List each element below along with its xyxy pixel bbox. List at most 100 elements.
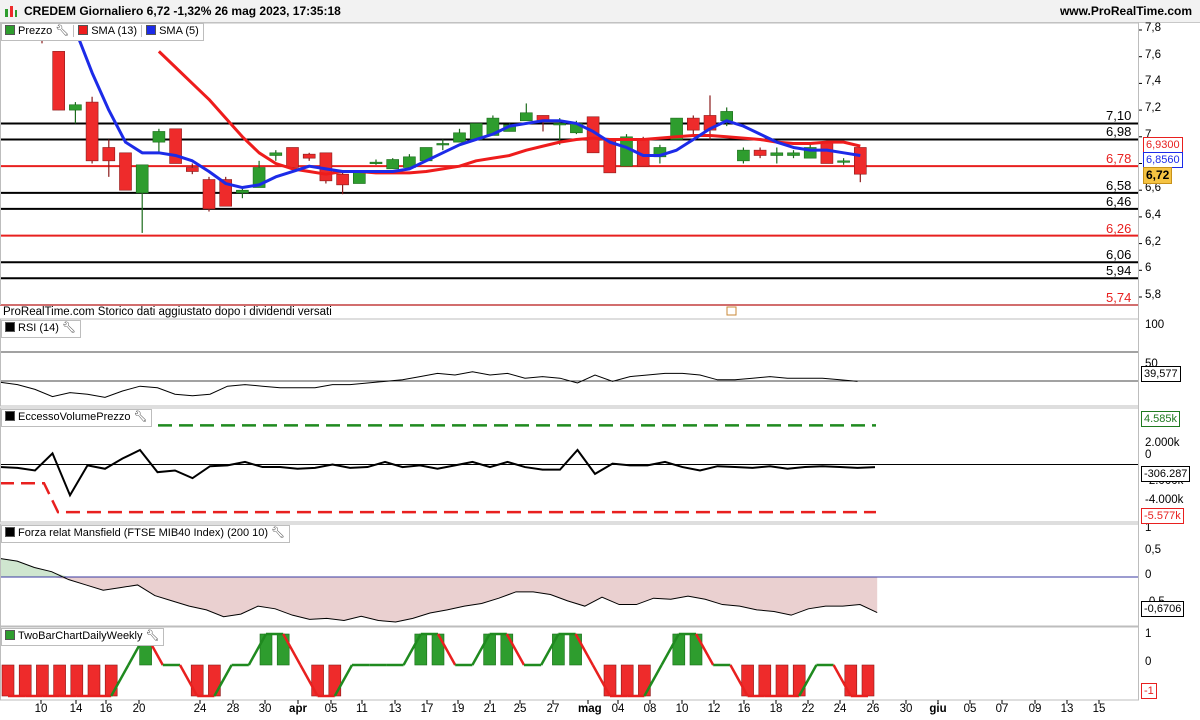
candle-body [286, 147, 299, 168]
x-tick-label: 05 [963, 703, 977, 715]
mansfield-legend[interactable]: Forza relat Mansfield (FTSE MIB40 Index)… [1, 525, 291, 543]
level-label: 6,58 [1106, 177, 1132, 193]
twobar-tick-label: 0 [1145, 656, 1152, 668]
x-tick-label: 26 [866, 703, 880, 715]
y-tick-label: 7,2 [1145, 102, 1161, 115]
candle-body [737, 149, 750, 162]
twobar-tick-label: 1 [1145, 628, 1152, 640]
candle-body [837, 160, 850, 163]
candle-body [453, 132, 466, 143]
x-tick-label: 11 [356, 703, 368, 715]
x-tick-label: 10 [34, 703, 48, 715]
x-tick-label: 15 [1092, 703, 1106, 715]
level-label: 6,46 [1106, 193, 1132, 209]
x-tick-label: 18 [769, 703, 783, 715]
rsi-swatch-icon [5, 322, 15, 332]
evp-value-tag: -306.287 [1141, 466, 1191, 482]
level-label: 6,06 [1106, 247, 1132, 263]
candle-body [853, 147, 867, 175]
x-tick-label: 21 [483, 703, 497, 715]
twobar-down-bar [861, 664, 875, 697]
wrench-icon[interactable]: 🔧︎ [146, 629, 160, 644]
x-tick-label: 07 [995, 703, 1009, 715]
level-label: 7,10 [1106, 108, 1132, 124]
chart-canvas[interactable] [0, 0, 1200, 720]
legend-evp[interactable]: EccessoVolumePrezzo [18, 411, 131, 423]
legend-twobar[interactable]: TwoBarChartDailyWeekly [18, 630, 143, 642]
mansfield-swatch-icon [5, 527, 15, 537]
rsi-line [0, 371, 858, 398]
legend-sma5[interactable]: SMA (5) [159, 25, 199, 37]
twobar-down-bar [603, 664, 617, 697]
twobar-down-bar [70, 664, 84, 697]
evp-tick-label: 2.000k [1145, 437, 1180, 449]
twobar-up-bar [552, 633, 565, 666]
twobar-legend[interactable]: TwoBarChartDailyWeekly 🔧︎ [1, 628, 165, 646]
candle-body [102, 147, 116, 162]
x-tick-label: 22 [801, 703, 815, 715]
x-tick-label: 10 [675, 703, 689, 715]
x-tick-label: giu [929, 703, 947, 715]
evp-tick-label: -4.000k [1145, 494, 1184, 506]
candle-body [553, 123, 567, 126]
wrench-icon[interactable]: 🔧︎ [62, 321, 76, 336]
price-footer: ProRealTime.com Storico dati aggiustato … [3, 306, 332, 318]
evp-legend[interactable]: EccessoVolumePrezzo 🔧︎ [1, 409, 153, 427]
rsi-value-tag: 39,577 [1141, 366, 1181, 382]
candle-body [119, 152, 132, 191]
legend-mansfield[interactable]: Forza relat Mansfield (FTSE MIB40 Index)… [18, 527, 268, 539]
x-tick-label: 09 [1028, 703, 1042, 715]
rsi-legend[interactable]: RSI (14) 🔧︎ [1, 320, 81, 338]
twobar-up-bar [259, 633, 273, 666]
twobar-up-bar [500, 633, 514, 666]
twobar-down-bar [208, 664, 221, 697]
candle-body [336, 173, 349, 186]
twobar-down-bar [104, 664, 118, 697]
mansfield-tick-label: 0 [1145, 569, 1152, 581]
candle-body [787, 152, 800, 156]
legend-rsi[interactable]: RSI (14) [18, 322, 59, 334]
candle-body [519, 112, 533, 122]
twobar-down-bar [792, 664, 806, 697]
legend-price[interactable]: Prezzo [18, 25, 52, 37]
x-tick-label: 13 [1060, 703, 1074, 715]
x-tick-label: 16 [99, 703, 113, 715]
wrench-icon[interactable]: 🔧︎ [55, 24, 69, 39]
candle-body [620, 136, 633, 167]
candle-body [269, 152, 283, 156]
twobar-up-bar [276, 633, 290, 666]
level-label: 5,94 [1106, 263, 1132, 279]
twobar-down-bar [190, 664, 204, 697]
twobar-value-tag: -1 [1141, 683, 1157, 699]
x-tick-label: 24 [833, 703, 847, 715]
rsi-tick-label: 100 [1145, 319, 1165, 331]
x-tick-label: 16 [737, 703, 751, 715]
x-tick-label: 04 [611, 703, 625, 715]
candle-body [135, 164, 149, 194]
twobar-up-bar [414, 633, 428, 666]
y-tick-label: 5,8 [1145, 289, 1161, 301]
legend-sma13[interactable]: SMA (13) [91, 25, 137, 37]
evp-lower-line [0, 482, 876, 514]
wrench-icon[interactable]: 🔧︎ [134, 410, 148, 425]
candle-body [85, 101, 99, 162]
price-legend[interactable]: Prezzo 🔧︎ SMA (13) SMA (5) [1, 23, 204, 41]
twobar-down-bar [87, 664, 101, 697]
mansfield-tick-label: 0,5 [1145, 544, 1161, 556]
price-panel [0, 29, 1142, 316]
y-tick-label: 7,6 [1145, 48, 1161, 61]
mansfield-value-tag: -0,6706 [1141, 601, 1185, 617]
evp-upper-tag: 4.585k [1141, 411, 1181, 427]
sma5-value-tag: 6,8560 [1143, 152, 1183, 168]
candle-body [236, 189, 249, 194]
twobar-down-bar [18, 664, 32, 697]
twobar-down-bar [311, 664, 324, 697]
evp-swatch-icon [5, 411, 15, 421]
wrench-icon[interactable]: 🔧︎ [271, 526, 285, 541]
twobar-down-bar [758, 664, 772, 697]
twobar-down-bar [741, 664, 754, 697]
sma13-value-tag: 6,9300 [1143, 137, 1183, 153]
candle-body [369, 161, 383, 164]
twobar-down-bar [1, 664, 15, 697]
level-label: 6,26 [1106, 220, 1132, 236]
